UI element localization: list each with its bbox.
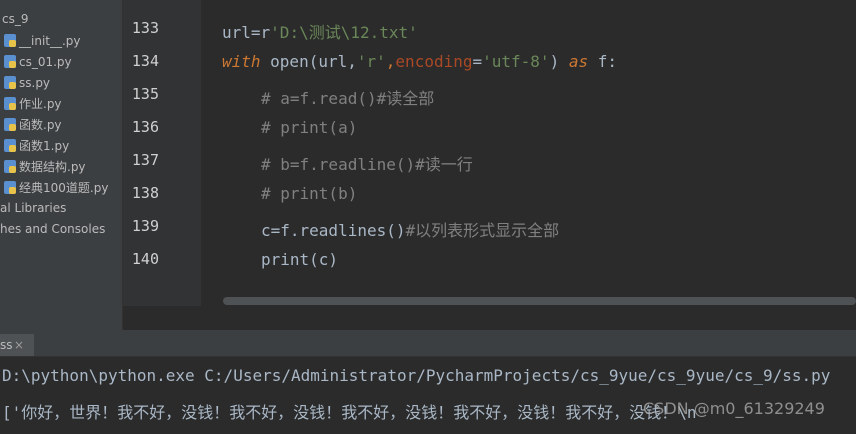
code-line-134: with open(url,'r',encoding='utf-8') as f…	[222, 52, 617, 71]
run-tab-bar: ss ×	[0, 334, 856, 357]
scrollbar-thumb[interactable]	[223, 297, 856, 305]
line-number: 140	[131, 250, 159, 268]
code-line-139: c=f.readlines()#以列表形式显示全部	[261, 217, 559, 241]
line-number: 138	[131, 184, 159, 202]
keyword: as	[568, 52, 589, 71]
code-text: ,	[385, 52, 396, 71]
code-editor[interactable]: url=r'D:\测试\12.txt' with open(url,'r',en…	[201, 0, 856, 306]
console-output-line: ['你好，世界！我不好，没钱！我不好，没钱！我不好，没钱！我不好，没钱！我不好，…	[2, 403, 697, 422]
keyword: with	[222, 52, 261, 71]
code-line-138: # print(b)	[261, 184, 358, 203]
tree-item-label: ss.py	[19, 76, 51, 90]
comment: #以列表形式显示全部	[405, 221, 560, 240]
run-console[interactable]: D:\python\python.exe C:/Users/Administra…	[0, 357, 856, 434]
horizontal-scrollbar[interactable]	[223, 297, 856, 305]
tree-item-label: 函数1.py	[19, 139, 70, 153]
line-number: 135	[131, 85, 159, 103]
editor-gutter: 133 134 135 136 137 138 139 140	[123, 0, 216, 306]
python-file-icon	[4, 34, 16, 47]
code-text: f:	[588, 52, 617, 71]
tree-file-ss[interactable]: ss.py	[4, 73, 50, 94]
parameter-name: encoding	[395, 52, 473, 71]
code-line-135: # a=f.read()#读全部	[261, 89, 435, 108]
code-text: (url,	[308, 52, 357, 71]
tree-item-label: __init__.py	[19, 34, 81, 48]
tree-external-libraries[interactable]: al Libraries	[0, 198, 66, 219]
tree-item-label: 作业.py	[19, 97, 62, 111]
tree-scratches-consoles[interactable]: hes and Consoles	[0, 219, 105, 240]
code-text: url=r	[222, 23, 271, 42]
console-command-line: D:\python\python.exe C:/Users/Administra…	[2, 366, 831, 385]
tree-file-hanshu[interactable]: 函数.py	[4, 115, 62, 136]
code-line-137: # b=f.readline()#读一行	[261, 155, 473, 174]
tree-item-label: cs_01.py	[19, 55, 72, 69]
tree-item-label: 函数.py	[19, 118, 62, 132]
code-text: )	[549, 52, 569, 71]
tree-file-hanshu1[interactable]: 函数1.py	[4, 136, 69, 157]
line-number: 134	[131, 52, 159, 70]
run-tab-label: ss	[0, 338, 13, 352]
python-file-icon	[4, 97, 16, 110]
tree-item-label: 经典100道题.py	[19, 181, 109, 195]
line-number: 137	[131, 151, 159, 169]
tree-file-shujujiegou[interactable]: 数据结构.py	[4, 157, 86, 178]
line-number: 136	[131, 118, 159, 136]
close-icon[interactable]: ×	[14, 334, 24, 356]
tree-folder-cs9[interactable]: cs_9	[2, 9, 28, 30]
tree-file-init[interactable]: __init__.py	[4, 31, 81, 52]
watermark: CSDN @m0_61329249	[643, 399, 825, 418]
project-tree: cs_9 __init__.py cs_01.py ss.py 作业.py 函数…	[0, 0, 123, 330]
tree-item-label: hes and Consoles	[0, 222, 106, 236]
python-file-icon	[4, 139, 16, 152]
python-file-icon	[4, 181, 16, 194]
code-text: c=f.readlines()	[261, 221, 406, 240]
string-literal: 'D:\测试\12.txt'	[270, 23, 418, 42]
tree-item-label: 数据结构.py	[19, 160, 86, 174]
code-line-133: url=r'D:\测试\12.txt'	[222, 19, 418, 43]
python-file-icon	[4, 55, 16, 68]
tree-file-jingdian100[interactable]: 经典100道题.py	[4, 178, 108, 199]
python-file-icon	[4, 76, 16, 89]
python-file-icon	[4, 118, 16, 131]
function-name: open	[260, 52, 309, 71]
string-literal: 'r'	[356, 52, 386, 71]
line-number: 133	[131, 19, 159, 37]
code-line-140: print(c)	[261, 250, 339, 269]
tree-file-cs01[interactable]: cs_01.py	[4, 52, 72, 73]
code-text: =	[472, 52, 483, 71]
code-line-136: # print(a)	[261, 118, 358, 137]
python-file-icon	[4, 160, 16, 173]
tree-item-label: al Libraries	[0, 201, 67, 215]
line-number: 139	[131, 217, 159, 235]
string-literal: 'utf-8'	[482, 52, 550, 71]
tree-file-zuoye[interactable]: 作业.py	[4, 94, 62, 115]
run-tab-ss[interactable]: ss ×	[0, 334, 34, 356]
tree-item-label: cs_9	[2, 12, 29, 26]
